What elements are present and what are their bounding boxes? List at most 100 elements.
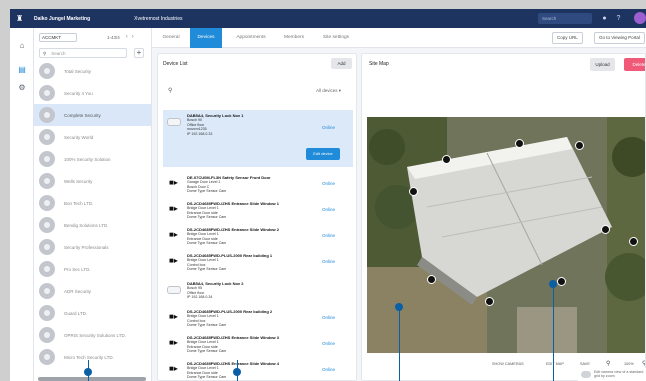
org-item[interactable]: Security Professionals xyxy=(34,236,151,258)
device-detail: IP 192.168.0.33 xyxy=(187,131,213,136)
device-row[interactable]: ■▸ DE-07CU0M-FL3N Safety Sensor Front Do… xyxy=(163,172,353,196)
device-detail: Control box xyxy=(187,262,206,267)
edit-device-button[interactable]: Edit device xyxy=(306,148,340,160)
org-list-scrollbar[interactable] xyxy=(38,377,146,381)
org-item[interactable]: Security World xyxy=(34,126,151,148)
device-detail: Entrance Door side xyxy=(187,210,218,215)
org-name: OPRIS Security Solutions LTD. xyxy=(64,332,126,338)
callout-line xyxy=(553,284,554,381)
save-map-button[interactable]: SAVE xyxy=(580,362,590,366)
camera-icon: ■▸ xyxy=(169,256,178,265)
camera-marker-icon[interactable] xyxy=(575,141,584,150)
top-bar: ♜ Daiko Jungel Marketing Xvetremost Indu… xyxy=(10,9,646,28)
device-list-panel: Device List Add ⚲ All devices ▾ DAB5A4, … xyxy=(157,53,357,381)
camera-marker-icon[interactable] xyxy=(629,237,638,246)
camera-marker-icon[interactable] xyxy=(442,155,451,164)
device-search-icon[interactable]: ⚲ xyxy=(168,87,172,94)
home-icon[interactable]: ⌂ xyxy=(17,41,27,51)
org-item[interactable]: Wells Security xyxy=(34,170,151,192)
org-item[interactable]: Security 4 You xyxy=(34,82,151,104)
viewing-portal-button[interactable]: Go to Viewing Portal xyxy=(594,32,645,44)
device-row[interactable]: ■▸ DS-2CD4685FWD-IZHS Entrance Slide Win… xyxy=(163,358,353,380)
device-detail: Dome Type Sensor Cam xyxy=(187,189,227,194)
device-filter-select[interactable]: All devices ▾ xyxy=(316,88,341,94)
site-map-image[interactable] xyxy=(367,117,645,353)
org-search-row: ⚲ Search + xyxy=(34,46,151,60)
edit-map-button[interactable]: EDIT MAP xyxy=(546,362,564,366)
org-item-selected[interactable]: Complete Security xyxy=(34,104,151,126)
zoom-out-icon[interactable]: ⚲ xyxy=(606,360,610,367)
org-item[interactable]: 100% Security Solution xyxy=(34,148,151,170)
tab-members[interactable]: Members xyxy=(278,28,310,48)
org-search-input[interactable]: ⚲ Search xyxy=(39,48,127,58)
help-toast[interactable]: Edit camera view of a standard grid by z… xyxy=(578,368,646,381)
user-avatar[interactable] xyxy=(634,12,646,24)
camera-icon: ■▸ xyxy=(169,230,178,239)
device-detail: Entrance Door side xyxy=(187,236,218,241)
delete-button[interactable]: Delete xyxy=(624,58,645,71)
org-item[interactable]: Total Security xyxy=(34,60,151,82)
device-row-selected[interactable]: DAB5A4, Security Lock Nov 1 Bosch 90 Offic… xyxy=(163,110,353,167)
org-item[interactable]: Bon Tech LTD. xyxy=(34,192,151,214)
camera-marker-icon[interactable] xyxy=(515,139,524,148)
tab-site-settings[interactable]: Site settings xyxy=(314,28,358,48)
device-row[interactable]: ■▸ DS-2CD4685FWD-PLUS-2000 Rear building… xyxy=(163,250,353,274)
device-detail: Office floor xyxy=(187,122,205,127)
device-detail: Bridge Door Level 1 xyxy=(187,366,219,371)
camera-marker-icon[interactable] xyxy=(601,225,610,234)
tab-devices[interactable]: Devices xyxy=(190,28,222,48)
device-row[interactable]: ■▸ DS-2CD4685FWD-IZHS Entrance Slide Win… xyxy=(163,224,353,248)
global-search-input[interactable]: Search xyxy=(538,13,592,24)
account-select[interactable]: ACCMKT xyxy=(39,32,77,42)
org-item[interactable]: Bendig Solutions LTD. xyxy=(34,214,151,236)
device-filter-value: All devices xyxy=(316,88,338,93)
camera-icon: ■▸ xyxy=(169,178,178,187)
device-detail: Dome Type Sensor Cam xyxy=(187,267,227,272)
add-org-button[interactable]: + xyxy=(134,48,144,58)
prev-page-icon[interactable]: ‹ xyxy=(126,34,128,40)
site-map-panel: Site Map Upload Delete SHOW CAMERAS EDIT… xyxy=(361,53,646,381)
aerial-map xyxy=(367,117,645,353)
org-item[interactable]: Micro Tech Security LTD. xyxy=(34,346,151,368)
device-status: Online xyxy=(322,367,336,372)
org-name: Micro Tech Security LTD. xyxy=(64,354,114,360)
device-status: Online xyxy=(322,233,336,238)
sites-icon[interactable]: ▤ xyxy=(17,65,27,75)
device-row[interactable]: ■▸ DS-2CD4685FWD-PLUS-2000 Rear building… xyxy=(163,306,353,330)
camera-marker-icon[interactable] xyxy=(557,277,566,286)
next-page-icon[interactable]: › xyxy=(132,34,134,40)
copy-url-button[interactable]: Copy URL xyxy=(552,32,583,44)
device-status: Online xyxy=(322,259,336,264)
org-item[interactable]: OPRIS Security Solutions LTD. xyxy=(34,324,151,346)
device-info: DE-07CU0M-FL3N Safety Sensor Front Door G… xyxy=(187,175,271,194)
device-detail: Dome Type Sensor Cam xyxy=(187,215,227,220)
device-detail: Dome Type Sensor Cam xyxy=(187,349,227,354)
tab-appointments[interactable]: Appointments xyxy=(228,28,274,48)
camera-marker-icon[interactable] xyxy=(409,187,418,196)
device-row[interactable]: ■▸ DS-2CD4685FWD-IZHS Entrance Slide Win… xyxy=(163,332,353,356)
device-detail: Control box xyxy=(187,318,206,323)
org-search-placeholder: Search xyxy=(51,51,66,56)
settings-icon[interactable]: ⚙ xyxy=(17,83,27,93)
notification-icon[interactable]: ● xyxy=(600,14,609,23)
add-device-button[interactable]: Add xyxy=(331,58,352,69)
org-name: Total Security xyxy=(64,68,92,74)
org-item[interactable]: ADR Security xyxy=(34,280,151,302)
org-name: Security World xyxy=(64,134,94,140)
zoom-in-icon[interactable]: ⚲ xyxy=(642,360,645,367)
upload-button[interactable]: Upload xyxy=(590,58,615,71)
org-item[interactable]: Pro Sec LTD. xyxy=(34,258,151,280)
show-cameras-button[interactable]: SHOW CAMERAS xyxy=(492,362,524,366)
help-icon[interactable]: ? xyxy=(614,14,623,23)
device-row[interactable]: DAB5A4, Security Lock Nov 2 Bosch 95 Offic… xyxy=(163,278,353,302)
org-item[interactable]: Guard LTD. xyxy=(34,302,151,324)
callout-dot xyxy=(84,368,92,376)
device-detail: Bridge Door Level 1 xyxy=(187,232,219,237)
device-status: Online xyxy=(322,207,336,212)
camera-marker-icon[interactable] xyxy=(485,297,494,306)
camera-marker-icon[interactable] xyxy=(427,275,436,284)
device-detail: mozcm1235 xyxy=(187,127,207,132)
device-row[interactable]: ■▸ DS-2CD4685FWD-IZHS Entrance Slide Win… xyxy=(163,198,353,222)
toggle-switch[interactable] xyxy=(581,371,591,378)
tab-general[interactable]: General xyxy=(156,28,186,48)
